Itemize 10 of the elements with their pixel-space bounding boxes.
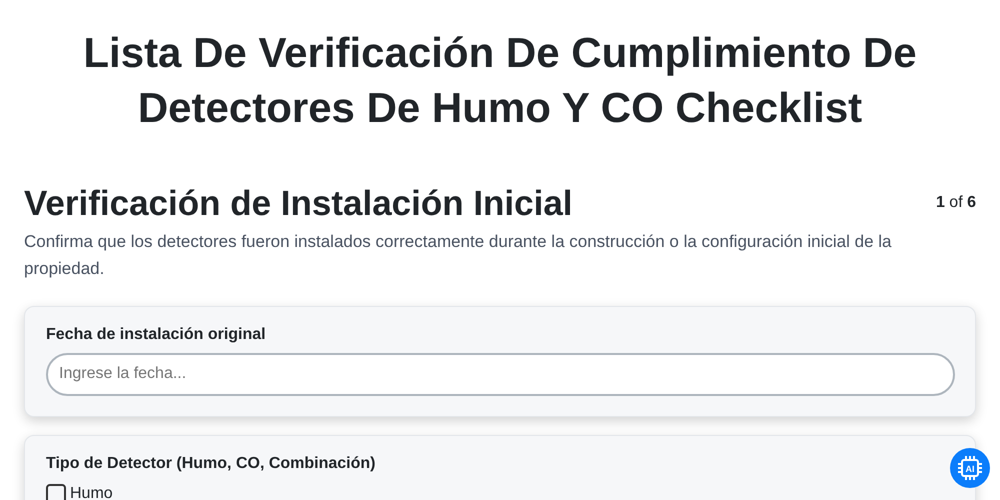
checkbox-label: Humo [70,484,113,500]
checkbox[interactable] [46,484,66,500]
field-label: Fecha de instalación original [46,324,267,345]
input-field[interactable]: Ingrese la fecha... [46,352,955,396]
section-description: Confirma que los detectores fueron instalados correctamente durante la construcción o la configuración inicial de la propiedad. [24,231,892,280]
field-label: Tipo de Detector (Humo, CO, Combinación) [46,454,376,474]
section-heading: Verificación de Instalación Inicial [24,183,573,226]
step-counter: 1 of 6 [936,193,976,214]
ai-button[interactable]: AI [950,448,990,488]
page-title: Lista De Verificación De Cumplimiento De Detectores De Humo Y CO Checklist [82,28,918,133]
